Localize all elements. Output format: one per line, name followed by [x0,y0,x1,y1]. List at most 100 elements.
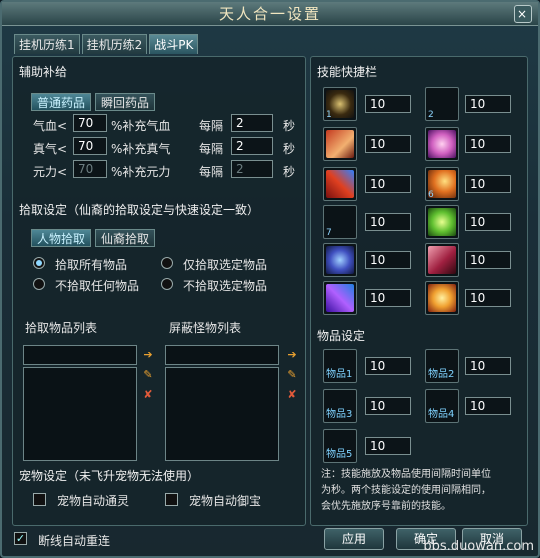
tab-afk-1[interactable]: 挂机历练1 [14,34,80,54]
edit-icon[interactable]: ✎ [141,368,155,382]
checkbox-pet-auto-spirit[interactable] [33,493,46,506]
yuanli-threshold-input[interactable]: 70 [73,160,107,178]
checkbox-auto-reconnect[interactable]: ✓ [14,532,27,545]
yuanli-suffix: %补充元力 [111,165,171,179]
skill-1-interval[interactable]: 10 [365,95,411,113]
item-4-interval[interactable]: 10 [465,397,511,415]
skill-slot-8[interactable] [425,205,459,239]
edit-icon[interactable]: ✎ [285,368,299,382]
skill-11-interval[interactable]: 10 [365,289,411,307]
block-monster-list[interactable] [165,367,279,461]
radio-pickup-exclude-selected[interactable] [161,278,173,290]
skill-7-interval[interactable]: 10 [365,213,411,231]
yuanli-unit: 秒 [283,165,296,179]
skill-slot-1[interactable]: 1 [323,87,357,121]
skill-3-interval[interactable]: 10 [365,135,411,153]
item-slot-1[interactable]: 物品1 [323,349,357,383]
pickup-list-title: 拾取物品列表 [25,321,98,335]
skill-6-interval[interactable]: 10 [465,175,511,193]
close-button[interactable]: × [514,5,532,23]
radio-pickup-selected[interactable] [161,257,173,269]
main-tabs: 挂机历练1 挂机历练2 战斗PK [14,34,199,54]
pickup-item-list[interactable] [23,367,137,461]
mp-threshold-input[interactable]: 70 [73,137,107,155]
item-5-interval[interactable]: 10 [365,437,411,455]
yuanli-label: 元力< [33,165,68,179]
hp-suffix: %补充气血 [111,119,171,133]
skill-slot-10[interactable] [425,243,459,277]
skill-12-interval[interactable]: 10 [465,289,511,307]
skill-spirit-icon [326,246,354,274]
skill-8-interval[interactable]: 10 [465,213,511,231]
block-list-input[interactable] [165,345,279,365]
note-line-1: 注：技能施放及物品使用间隔时间单位 [321,469,491,480]
mp-interval-label: 每隔 [199,142,224,156]
yuanli-interval-input[interactable]: 2 [231,160,273,178]
pickup-none-label: 不拾取任何物品 [55,279,140,293]
skill-10-interval[interactable]: 10 [465,251,511,269]
mp-suffix: %补充真气 [111,142,171,156]
mp-interval-input[interactable]: 2 [231,137,273,155]
items-title: 物品设定 [317,329,366,343]
hp-unit: 秒 [283,119,296,133]
skill-warrior-icon [326,130,354,158]
subtab-normal-potion[interactable]: 普通药品 [31,93,92,111]
skill-5-interval[interactable]: 10 [365,175,411,193]
skill-slot-4[interactable] [425,127,459,161]
add-arrow-icon[interactable]: ➔ [285,348,299,362]
skill-slot-9[interactable] [323,243,357,277]
item-1-interval[interactable]: 10 [365,357,411,375]
hp-interval-input[interactable]: 2 [231,114,273,132]
skill-claw-icon [428,246,456,274]
skill-slot-11[interactable] [323,281,357,315]
item-3-interval[interactable]: 10 [365,397,411,415]
apply-button[interactable]: 应用 [324,528,384,550]
skill-flower-icon [428,284,456,312]
delete-icon[interactable]: ✘ [285,388,299,402]
right-panel: 技能快捷栏 1 10 2 10 10 10 10 6 10 7 10 10 10… [310,56,528,526]
skill-slot-7[interactable]: 7 [323,205,357,239]
item-slot-4[interactable]: 物品4 [425,389,459,423]
assist-title: 辅助补给 [19,65,68,79]
skill-2-interval[interactable]: 10 [465,95,511,113]
skill-slot-5[interactable] [323,167,357,201]
skills-title: 技能快捷栏 [317,65,378,79]
pickup-list-input[interactable] [23,345,137,365]
skill-leaf-icon [428,208,456,236]
subtab-character-pickup[interactable]: 人物拾取 [31,229,92,247]
radio-pickup-none[interactable] [33,278,45,290]
item-slot-2[interactable]: 物品2 [425,349,459,383]
watermark: bbs.duowan.com [423,539,534,554]
window-title: 天人合一设置 [218,5,321,23]
hp-interval-label: 每隔 [199,119,224,133]
item-slot-3[interactable]: 物品3 [323,389,357,423]
tab-afk-2[interactable]: 挂机历练2 [81,34,148,54]
mp-label: 真气< [33,142,68,156]
mp-unit: 秒 [283,142,296,156]
add-arrow-icon[interactable]: ➔ [141,348,155,362]
skill-4-interval[interactable]: 10 [465,135,511,153]
skill-slot-12[interactable] [425,281,459,315]
checkbox-pet-auto-treasure[interactable] [165,493,178,506]
tab-pk[interactable]: 战斗PK [149,34,199,54]
pickup-exclude-label: 不拾取选定物品 [183,279,268,293]
pickup-all-label: 拾取所有物品 [55,258,128,272]
skill-slot-3[interactable] [323,127,357,161]
skill-blade-icon [326,170,354,198]
subtab-instant-potion[interactable]: 瞬回药品 [95,93,156,111]
hp-label: 气血< [33,119,68,133]
skill-slot-2[interactable]: 2 [425,87,459,121]
item-slot-5[interactable]: 物品5 [323,429,357,463]
skill-9-interval[interactable]: 10 [365,251,411,269]
radio-pickup-all[interactable] [33,257,45,269]
subtab-pet-pickup[interactable]: 仙裔拾取 [95,229,156,247]
pet-title: 宠物设定（未飞升宠物无法使用） [19,469,200,483]
delete-icon[interactable]: ✘ [141,388,155,402]
title-bar[interactable]: 天人合一设置 × [2,2,538,26]
skill-slot-6[interactable]: 6 [425,167,459,201]
block-list-title: 屏蔽怪物列表 [169,321,242,335]
skill-lotus-icon [428,130,456,158]
hp-threshold-input[interactable]: 70 [73,114,107,132]
yuanli-interval-label: 每隔 [199,165,224,179]
item-2-interval[interactable]: 10 [465,357,511,375]
